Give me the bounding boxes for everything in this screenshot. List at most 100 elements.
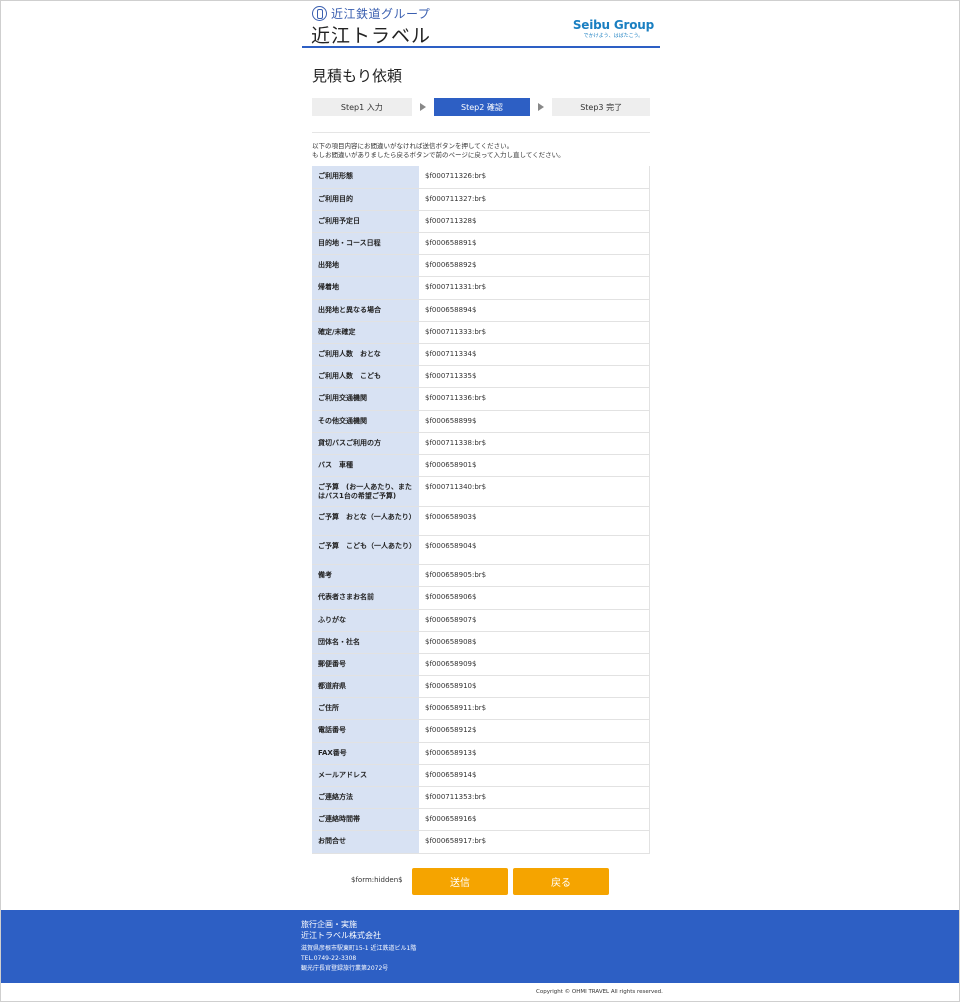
group-name: 近江鉄道グループ xyxy=(331,7,431,21)
row-label-text: ご住所 xyxy=(318,704,339,713)
table-row: FAX番号 $f000658913$ xyxy=(312,742,650,765)
table-row: 都道府県 $f000658910$ xyxy=(312,675,650,699)
row-value-text: $f000658913$ xyxy=(425,748,477,757)
table-row: 代表者さまお名前 $f000658906$ xyxy=(312,586,650,610)
row-value: $f000658901$ xyxy=(419,454,650,478)
step-3-complete: Step3 完了 xyxy=(552,98,650,116)
table-row: お問合せ $f000658917:br$ xyxy=(312,830,650,854)
row-value-text: $f000658906$ xyxy=(425,593,477,602)
row-value: $f000711331:br$ xyxy=(419,276,650,300)
row-value-text: $f000658901$ xyxy=(425,460,477,469)
row-label: ご予算 こども（一人あたり） xyxy=(312,535,419,566)
row-value: $f000658894$ xyxy=(419,299,650,322)
row-value-text: $f000658909$ xyxy=(425,659,477,668)
divider xyxy=(312,132,650,133)
row-label-text: ご予算 おとな（一人あたり） xyxy=(318,513,416,522)
intro-line-1: 以下の項目内容にお間違いがなければ送信ボタンを押してください。 xyxy=(312,142,514,150)
row-label: 団体名・社名 xyxy=(312,631,419,654)
row-value-text: $f000711334$ xyxy=(425,350,477,358)
table-row: ご住所 $f000658911:br$ xyxy=(312,697,650,721)
row-value: $f000711336:br$ xyxy=(419,387,650,411)
row-value-text: $f000658904$ xyxy=(425,542,477,551)
row-label-text: 出発地 xyxy=(318,261,339,270)
send-button[interactable]: 送信 xyxy=(412,868,508,895)
row-label-text: ご利用形態 xyxy=(318,172,353,180)
table-row: 郵便番号 $f000658909$ xyxy=(312,653,650,677)
table-row: ご利用目的 $f000711327:br$ xyxy=(312,188,650,211)
row-label: ご利用人数 こども xyxy=(312,365,419,389)
row-label: その他交通機関 xyxy=(312,410,419,433)
footer-organizer-label: 旅行企画・実施 xyxy=(301,920,357,929)
table-row: 貸切バスご利用の方 $f000711338:br$ xyxy=(312,432,650,455)
row-value: $f000658899$ xyxy=(419,410,650,433)
step-2-confirm: Step2 確認 xyxy=(433,98,531,116)
row-value: $f000711334$ xyxy=(419,343,650,367)
row-value-text: $f000711336:br$ xyxy=(425,394,487,403)
row-value-text: $f000711338:br$ xyxy=(425,438,487,447)
row-value: $f000711333:br$ xyxy=(419,321,650,345)
brand-logo[interactable]: 近江トラベル xyxy=(311,21,431,48)
row-label-text: ご予算 (お一人あたり、またはバス1台の希望ご予算) xyxy=(318,483,412,501)
table-row: 電話番号 $f000658912$ xyxy=(312,719,650,743)
row-label-text: お問合せ xyxy=(318,837,346,846)
row-label: ふりがな xyxy=(312,609,419,632)
row-label: ご利用形態 xyxy=(312,166,419,189)
row-value: $f000658912$ xyxy=(419,719,650,743)
row-label: 出発地 xyxy=(312,254,419,278)
row-label: ご予算 (お一人あたり、またはバス1台の希望ご予算) xyxy=(312,476,419,508)
row-value-text: $f000658911:br$ xyxy=(425,704,487,713)
row-value: $f000711353:br$ xyxy=(419,786,650,810)
row-label-text: 貸切バスご利用の方 xyxy=(318,438,381,447)
row-value-text: $f000711327:br$ xyxy=(425,194,487,203)
row-value: $f000658904$ xyxy=(419,535,650,566)
table-row: 備考 $f000658905:br$ xyxy=(312,564,650,588)
row-label: ご連絡時間帯 xyxy=(312,808,419,832)
row-value: $f000711338:br$ xyxy=(419,432,650,455)
row-label-text: ご連絡時間帯 xyxy=(318,815,360,824)
row-value: $f000711328$ xyxy=(419,210,650,234)
confirmation-table: ご利用形態 $f000711326:br$ ご利用目的 $f000711327:br$… xyxy=(312,166,650,854)
footer-tel: TEL.0749-22-3308 xyxy=(301,955,357,962)
row-value-text: $f000658908$ xyxy=(425,637,477,646)
row-label: お問合せ xyxy=(312,830,419,854)
row-value-text: $f000711331:br$ xyxy=(425,283,487,292)
row-label: ご利用交通機関 xyxy=(312,387,419,411)
table-row: 出発地 $f000658892$ xyxy=(312,254,650,278)
table-row: ご連絡方法 $f000711353:br$ xyxy=(312,786,650,810)
row-value: $f000658906$ xyxy=(419,586,650,610)
row-value-text: $f000658899$ xyxy=(425,416,477,425)
row-value-text: $f000711333:br$ xyxy=(425,327,487,336)
row-value-text: $f000658903$ xyxy=(425,513,477,522)
row-value: $f000658892$ xyxy=(419,254,650,278)
row-label: 都道府県 xyxy=(312,675,419,699)
row-value-text: $f000658916$ xyxy=(425,815,477,824)
row-label: 代表者さまお名前 xyxy=(312,586,419,610)
row-value-text: $f000658891$ xyxy=(425,239,477,248)
row-label: バス 車種 xyxy=(312,454,419,478)
row-label-text: 郵便番号 xyxy=(318,659,346,668)
partner-logo[interactable]: Seibu Group でかけよう、はばたこう。 xyxy=(573,18,654,39)
footer-address: 滋賀県彦根市駅東町15-1 近江鉄道ビル1階 xyxy=(301,945,417,952)
row-label: 確定/未確定 xyxy=(312,321,419,345)
intro-line-2: もしお間違いがありましたら戻るボタンで前のページに戻って入力し直してください。 xyxy=(312,151,565,159)
row-label: ご予算 おとな（一人あたり） xyxy=(312,506,419,537)
row-value-text: $f000711340:br$ xyxy=(425,483,487,492)
table-row: 確定/未確定 $f000711333:br$ xyxy=(312,321,650,345)
row-label-text: ご連絡方法 xyxy=(318,793,353,801)
row-value: $f000658911:br$ xyxy=(419,697,650,721)
back-button[interactable]: 戻る xyxy=(513,868,609,895)
step-arrow-icon xyxy=(419,103,426,111)
site-footer: 旅行企画・実施 近江トラベル株式会社 滋賀県彦根市駅東町15-1 近江鉄道ビル1… xyxy=(1,910,959,983)
row-label-text: 電話番号 xyxy=(318,726,346,735)
group-emblem-icon xyxy=(312,6,327,21)
table-row: 出発地と異なる場合 $f000658894$ xyxy=(312,299,650,322)
row-value: $f000658910$ xyxy=(419,675,650,699)
row-value: $f000658914$ xyxy=(419,764,650,788)
table-row: ご利用人数 おとな $f000711334$ xyxy=(312,343,650,367)
row-label-text: 都道府県 xyxy=(318,682,346,691)
row-label: ご利用目的 xyxy=(312,188,419,211)
row-value-text: $f000711328$ xyxy=(425,216,477,225)
row-value-text: $f000658917:br$ xyxy=(425,837,487,846)
table-row: 目的地・コース日程 $f000658891$ xyxy=(312,232,650,256)
row-label-text: FAX番号 xyxy=(318,748,347,757)
